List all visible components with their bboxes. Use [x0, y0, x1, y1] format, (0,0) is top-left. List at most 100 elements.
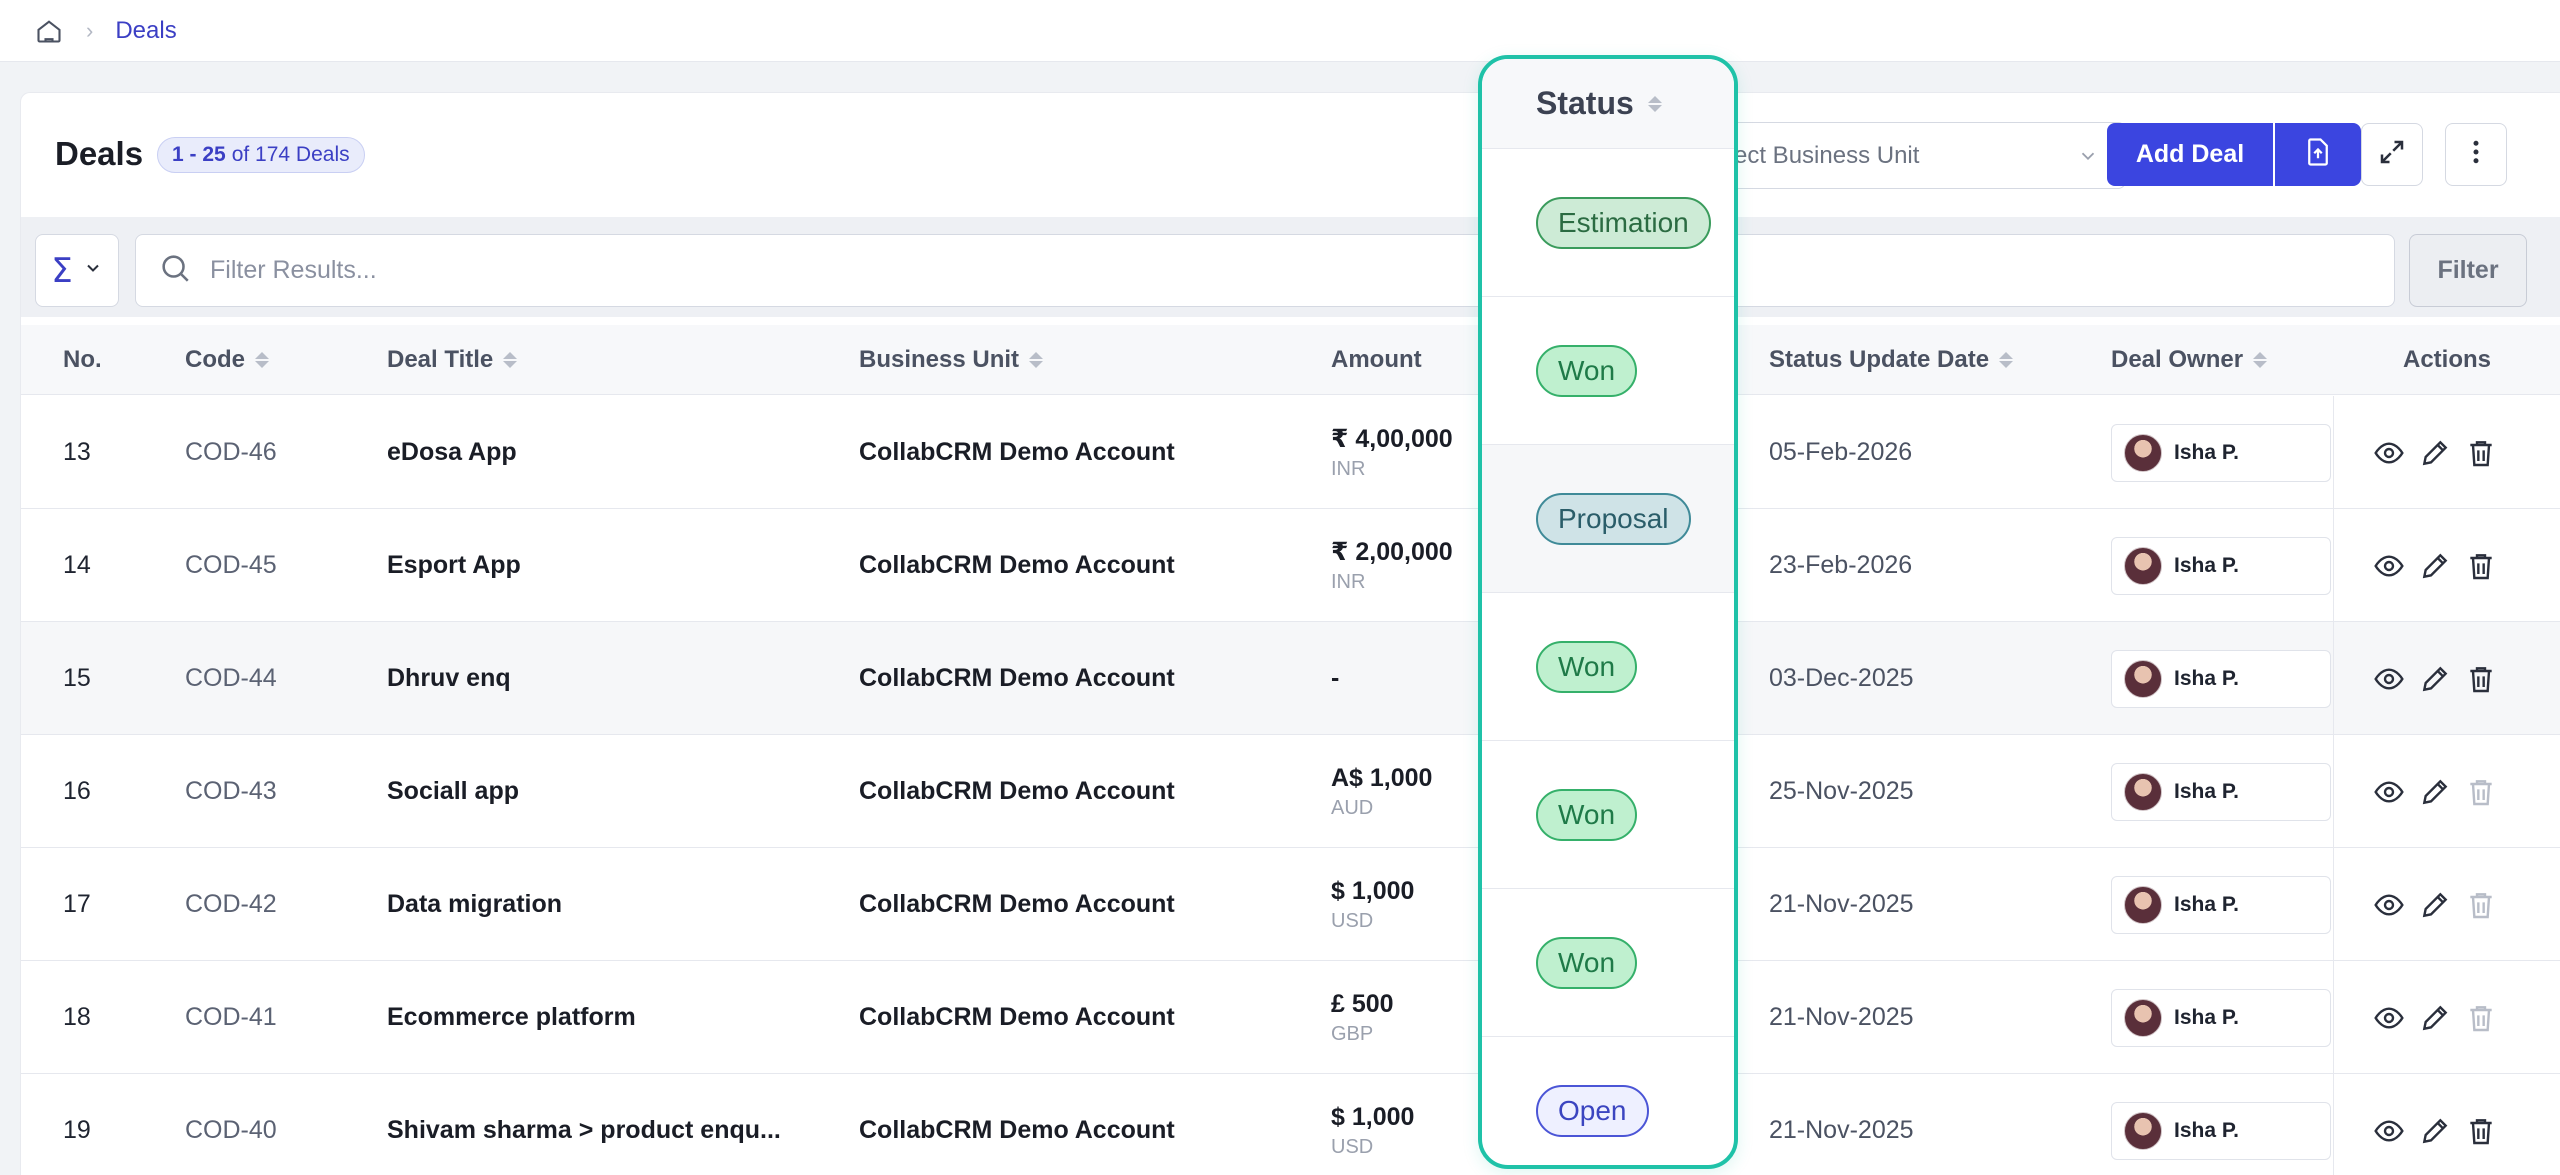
- edit-icon[interactable]: [2419, 663, 2451, 695]
- add-deal-button[interactable]: Add Deal: [2107, 123, 2273, 186]
- row-business-unit: CollabCRM Demo Account: [859, 777, 1175, 805]
- filter-button[interactable]: Filter: [2409, 234, 2527, 307]
- table-row[interactable]: 15 COD-44 Dhruv enq CollabCRM Demo Accou…: [21, 622, 2560, 735]
- amount-currency: USD: [1331, 909, 1374, 932]
- status-badge[interactable]: Won: [1536, 936, 1638, 989]
- amount-value: $ 1,000: [1331, 1102, 1415, 1131]
- row-title[interactable]: eDosa App: [387, 396, 517, 509]
- owner-chip[interactable]: Isha P.: [2111, 650, 2331, 708]
- table-row[interactable]: 14 COD-45 Esport App CollabCRM Demo Acco…: [21, 509, 2560, 622]
- col-code[interactable]: Code: [185, 325, 269, 395]
- owner-chip[interactable]: Isha P.: [2111, 1102, 2331, 1160]
- table-row[interactable]: 17 COD-42 Data migration CollabCRM Demo …: [21, 848, 2560, 961]
- view-icon[interactable]: [2373, 437, 2405, 469]
- row-actions: [2373, 396, 2497, 509]
- status-badge[interactable]: Won: [1536, 344, 1638, 397]
- business-unit-placeholder: ect Business Unit: [1734, 141, 1920, 169]
- table-row[interactable]: 16 COD-43 Sociall app CollabCRM Demo Acc…: [21, 735, 2560, 848]
- col-owner[interactable]: Deal Owner: [2111, 325, 2268, 395]
- col-status[interactable]: Status: [1482, 59, 1734, 149]
- breadcrumb-current[interactable]: Deals: [115, 17, 176, 45]
- divider: [2333, 848, 2334, 961]
- owner-chip[interactable]: Isha P.: [2111, 876, 2331, 934]
- view-icon[interactable]: [2373, 550, 2405, 582]
- edit-icon[interactable]: [2419, 437, 2451, 469]
- row-business-unit: CollabCRM Demo Account: [859, 438, 1175, 466]
- col-code-label: Code: [185, 346, 245, 373]
- table-row[interactable]: 13 COD-46 eDosa App CollabCRM Demo Accou…: [21, 396, 2560, 509]
- row-title[interactable]: Sociall app: [387, 735, 519, 848]
- view-icon[interactable]: [2373, 663, 2405, 695]
- status-badge[interactable]: Open: [1536, 1085, 1649, 1137]
- sort-icon: [2253, 352, 2268, 368]
- view-icon[interactable]: [2373, 1115, 2405, 1147]
- chevron-down-icon: [2077, 145, 2099, 174]
- aggregate-dropdown[interactable]: Σ: [35, 234, 119, 307]
- owner-chip[interactable]: Isha P.: [2111, 537, 2331, 595]
- delete-icon[interactable]: [2465, 550, 2497, 582]
- view-icon[interactable]: [2373, 776, 2405, 808]
- status-cell: Won: [1482, 297, 1734, 445]
- divider: [2333, 396, 2334, 509]
- edit-icon[interactable]: [2419, 550, 2451, 582]
- row-title[interactable]: Ecommerce platform: [387, 961, 636, 1074]
- row-no: 16: [63, 777, 91, 805]
- delete-icon[interactable]: [2465, 437, 2497, 469]
- divider: [2333, 735, 2334, 848]
- upload-button[interactable]: [2275, 123, 2361, 186]
- avatar: [2124, 1112, 2162, 1150]
- row-title[interactable]: Data migration: [387, 848, 562, 961]
- delete-icon[interactable]: [2465, 663, 2497, 695]
- owner-name: Isha P.: [2174, 667, 2239, 690]
- row-title[interactable]: Esport App: [387, 509, 521, 622]
- col-status-date[interactable]: Status Update Date: [1769, 325, 2014, 395]
- status-cell: Open: [1482, 1037, 1734, 1165]
- business-unit-select[interactable]: ect Business Unit: [1711, 122, 2126, 189]
- status-column-highlight: Status Estimation Won Proposal Won Won W…: [1478, 55, 1738, 1169]
- status-badge[interactable]: Won: [1536, 640, 1638, 693]
- chevron-down-icon: [83, 258, 103, 283]
- row-business-unit: CollabCRM Demo Account: [859, 890, 1175, 918]
- more-options-button[interactable]: [2445, 123, 2507, 186]
- delete-icon: [2465, 889, 2497, 921]
- col-amount-label: Amount: [1331, 346, 1422, 373]
- edit-icon[interactable]: [2419, 1115, 2451, 1147]
- owner-name: Isha P.: [2174, 441, 2239, 464]
- sort-icon: [255, 352, 269, 368]
- owner-chip[interactable]: Isha P.: [2111, 989, 2331, 1047]
- row-business-unit: CollabCRM Demo Account: [859, 664, 1175, 692]
- edit-icon[interactable]: [2419, 889, 2451, 921]
- owner-chip[interactable]: Isha P.: [2111, 424, 2331, 482]
- table-row[interactable]: 19 COD-40 Shivam sharma > product enqu..…: [21, 1074, 2560, 1175]
- col-title[interactable]: Deal Title: [387, 325, 518, 395]
- row-title[interactable]: Shivam sharma > product enqu...: [387, 1074, 781, 1175]
- home-icon[interactable]: [34, 16, 64, 46]
- view-icon[interactable]: [2373, 889, 2405, 921]
- row-status-date: 05-Feb-2026: [1769, 438, 1913, 466]
- filter-input[interactable]: [210, 256, 2010, 285]
- table-row[interactable]: 18 COD-41 Ecommerce platform CollabCRM D…: [21, 961, 2560, 1074]
- expand-icon: [2377, 137, 2407, 172]
- status-badge[interactable]: Proposal: [1536, 492, 1691, 545]
- amount-value: ₹ 2,00,000: [1331, 538, 1453, 566]
- view-icon[interactable]: [2373, 1002, 2405, 1034]
- status-badge[interactable]: Won: [1536, 788, 1638, 841]
- expand-button[interactable]: [2361, 123, 2423, 186]
- col-amount[interactable]: Amount: [1331, 325, 1422, 395]
- sort-icon: [503, 352, 518, 368]
- edit-icon[interactable]: [2419, 776, 2451, 808]
- col-business-unit-label: Business Unit: [859, 346, 1020, 373]
- row-title[interactable]: Dhruv enq: [387, 622, 511, 735]
- amount-currency: AUD: [1331, 796, 1374, 819]
- edit-icon[interactable]: [2419, 1002, 2451, 1034]
- row-business-unit: CollabCRM Demo Account: [859, 1116, 1175, 1144]
- page-title: Deals: [55, 135, 144, 172]
- row-amount: $ 1,000 USD: [1331, 1074, 1414, 1175]
- col-business-unit[interactable]: Business Unit: [859, 325, 1044, 395]
- row-amount: ₹ 2,00,000 INR: [1331, 509, 1453, 622]
- status-badge[interactable]: Estimation: [1536, 196, 1711, 249]
- row-business-unit: CollabCRM Demo Account: [859, 551, 1175, 579]
- status-cell: Proposal: [1482, 445, 1734, 593]
- delete-icon[interactable]: [2465, 1115, 2497, 1147]
- owner-chip[interactable]: Isha P.: [2111, 763, 2331, 821]
